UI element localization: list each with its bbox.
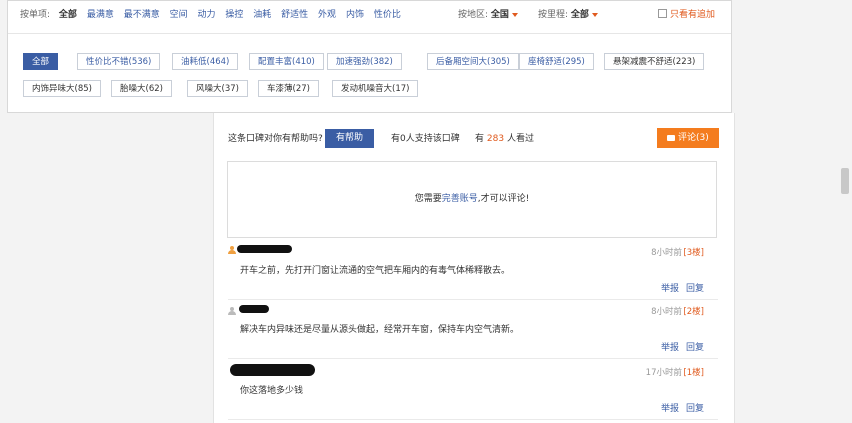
login-prompt: 您需要完善账号,才可以评论!	[227, 161, 717, 238]
complete-account-link[interactable]: 完善账号	[442, 194, 478, 204]
comment-actions: 举报 回复	[661, 281, 704, 294]
scrollbar-track[interactable]	[838, 0, 852, 423]
tag-wind-noise[interactable]: 风噪大(37)	[187, 80, 248, 97]
comment-actions: 举报 回复	[661, 340, 704, 353]
comment-floor: [1楼]	[683, 368, 704, 378]
caret-down-icon	[511, 12, 518, 17]
comment-button-label: 评论(3)	[678, 133, 709, 143]
region-value[interactable]: 全国	[491, 10, 509, 20]
tag-engine-noise[interactable]: 发动机噪音大(17)	[332, 80, 419, 97]
comment-time: 8小时前	[651, 248, 682, 258]
report-link[interactable]: 举报	[661, 343, 679, 353]
caret-down-icon	[591, 12, 598, 17]
tag-thin-paint[interactable]: 车漆薄(27)	[258, 80, 319, 97]
redacted-username	[230, 364, 315, 376]
mileage-label: 按里程:	[538, 10, 569, 20]
login-prompt-prefix: 您需要	[414, 194, 442, 204]
redacted-username	[237, 245, 292, 253]
comment-item: 17小时前 [1楼] 你这落地多少钱 举报 回复	[228, 361, 718, 420]
comment-item: 8小时前 [2楼] 解决车内异味还是尽量从源头做起，经常开车窗，保持车内空气清新…	[228, 300, 718, 359]
tag-tire-noise[interactable]: 胎噪大(62)	[111, 80, 172, 97]
filter-option-fuel[interactable]: 油耗	[253, 10, 271, 20]
tag-all[interactable]: 全部	[23, 53, 59, 70]
filter-panel: 按单项: 全部 最满意 最不满意 空间 动力 操控 油耗 舒适性 外观 内饰 性…	[7, 0, 732, 113]
mileage-value[interactable]: 全部	[571, 10, 589, 20]
comment-item: 8小时前 [3楼] 开车之前，先打开门窗让流通的空气把车厢内的有毒气体稀释散去。…	[228, 241, 718, 300]
report-link[interactable]: 举报	[661, 404, 679, 414]
item-filter-row: 按单项: 全部 最满意 最不满意 空间 动力 操控 油耗 舒适性 外观 内饰 性…	[20, 8, 408, 22]
tag-large-trunk[interactable]: 后备厢空间大(305)	[427, 53, 519, 70]
comment-floor: [3楼]	[683, 248, 704, 258]
tag-strong-acceleration[interactable]: 加速强劲(382)	[327, 53, 402, 70]
review-content: 这条口碑对你有帮助吗? 有帮助 有0人支持该口碑 有 283 人看过 评论(3)…	[213, 113, 735, 423]
avatar-icon	[228, 246, 236, 254]
tag-interior-odor[interactable]: 内饰异味大(85)	[23, 80, 101, 97]
filter-option-value[interactable]: 性价比	[374, 10, 401, 20]
reply-link[interactable]: 回复	[686, 284, 704, 294]
tag-good-value[interactable]: 性价比不错(536)	[77, 53, 161, 70]
filter-option-interior[interactable]: 内饰	[346, 10, 364, 20]
filter-option-all[interactable]: 全部	[59, 10, 77, 20]
avatar-icon	[228, 307, 236, 315]
filter-option-comfort[interactable]: 舒适性	[281, 10, 308, 20]
region-label: 按地区:	[458, 10, 489, 20]
view-count: 有 283 人看过	[475, 134, 534, 144]
divider	[8, 33, 731, 34]
filter-option-space[interactable]: 空间	[170, 10, 188, 20]
checkbox[interactable]	[658, 9, 667, 18]
comment-text: 开车之前，先打开门窗让流通的空气把车厢内的有毒气体稀释散去。	[240, 266, 511, 276]
filter-option-least-satisfied[interactable]: 最不满意	[124, 10, 160, 20]
comment-text: 解决车内异味还是尽量从源头做起，经常开车窗，保持车内空气清新。	[240, 325, 520, 335]
reply-link[interactable]: 回复	[686, 404, 704, 414]
comment-time: 17小时前	[645, 368, 682, 378]
view-count-number: 283	[486, 134, 505, 144]
reply-link[interactable]: 回复	[686, 343, 704, 353]
filter-option-power[interactable]: 动力	[197, 10, 215, 20]
support-count: 有0人支持该口碑	[391, 134, 460, 144]
comment-actions: 举报 回复	[661, 401, 704, 414]
tag-comfortable-seats[interactable]: 座椅舒适(295)	[519, 53, 594, 70]
scrollbar-thumb[interactable]	[841, 168, 849, 194]
login-prompt-suffix: ,才可以评论!	[477, 194, 530, 204]
comment-time: 8小时前	[651, 307, 682, 317]
report-link[interactable]: 举报	[661, 284, 679, 294]
item-filter-label: 按单项:	[20, 10, 51, 20]
mileage-filter[interactable]: 按里程: 全部	[538, 8, 598, 22]
filter-option-handling[interactable]: 操控	[225, 10, 243, 20]
redacted-username	[239, 305, 269, 313]
helpful-button[interactable]: 有帮助	[325, 129, 375, 148]
filter-option-exterior[interactable]: 外观	[318, 10, 336, 20]
only-added-toggle[interactable]: 只看有追加	[658, 8, 715, 22]
comment-icon	[667, 134, 675, 141]
tag-rich-features[interactable]: 配置丰富(410)	[249, 53, 324, 70]
region-filter[interactable]: 按地区: 全国	[458, 8, 518, 22]
only-added-label: 只看有追加	[670, 10, 716, 20]
helpful-question: 这条口碑对你有帮助吗?	[228, 134, 323, 144]
filter-option-most-satisfied[interactable]: 最满意	[87, 10, 114, 20]
comment-floor: [2楼]	[683, 307, 704, 317]
tag-uncomfortable-suspension[interactable]: 悬架减震不舒适(223)	[604, 53, 705, 70]
tag-low-fuel[interactable]: 油耗低(464)	[172, 53, 239, 70]
comment-text: 你这落地多少钱	[240, 386, 304, 396]
comment-button[interactable]: 评论(3)	[657, 128, 719, 148]
